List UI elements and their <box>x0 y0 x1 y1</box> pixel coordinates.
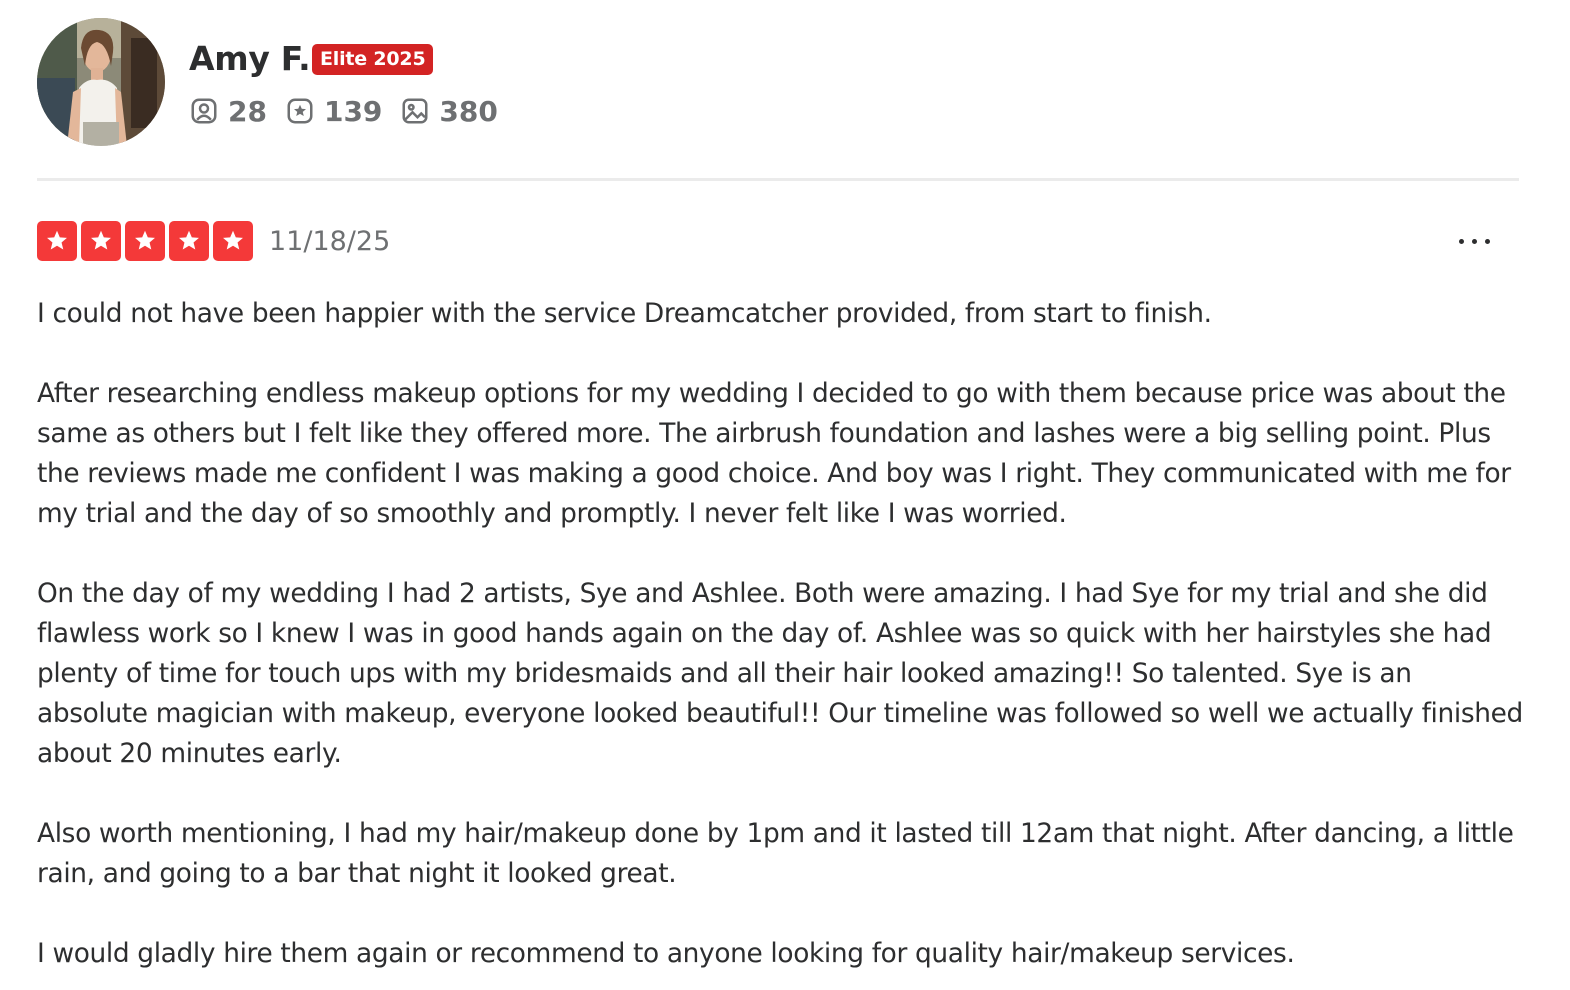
photos-count: 380 <box>439 94 498 128</box>
user-name[interactable]: Amy F. <box>189 38 311 80</box>
star-icon <box>169 221 209 261</box>
section-divider <box>37 178 1519 181</box>
more-options-button[interactable] <box>1448 226 1500 256</box>
star-icon <box>37 221 77 261</box>
review-star-icon <box>287 98 313 124</box>
more-options-icon-dot <box>1458 238 1464 244</box>
star-icon <box>81 221 121 261</box>
avatar-photo <box>37 18 165 146</box>
review-text: I could not have been happier with the s… <box>37 294 1527 974</box>
friends-icon <box>191 98 217 124</box>
review-paragraph: Also worth mentioning, I had my hair/mak… <box>37 818 1514 889</box>
review-paragraph: After researching endless makeup options… <box>37 378 1511 529</box>
user-stats: 28 139 380 <box>189 93 516 129</box>
more-options-icon-dot <box>1484 238 1490 244</box>
more-options-icon-dot <box>1471 238 1477 244</box>
reviews-stat: 139 <box>285 95 382 128</box>
photos-stat: 380 <box>400 94 498 128</box>
elite-badge[interactable]: Elite 2025 <box>312 44 434 75</box>
review-paragraph: I would gladly hire them again or recomm… <box>37 938 1295 969</box>
friends-count: 28 <box>228 94 267 128</box>
star-rating <box>37 221 257 261</box>
friends-stat: 28 <box>189 95 267 128</box>
review-paragraph: On the day of my wedding I had 2 artists… <box>37 578 1523 769</box>
review-date: 11/18/25 <box>269 226 391 257</box>
star-icon <box>125 221 165 261</box>
reviews-count: 139 <box>323 94 383 128</box>
review-paragraph: I could not have been happier with the s… <box>37 298 1212 329</box>
star-icon <box>213 221 253 261</box>
photo-icon <box>402 98 428 124</box>
user-avatar[interactable] <box>37 18 165 146</box>
